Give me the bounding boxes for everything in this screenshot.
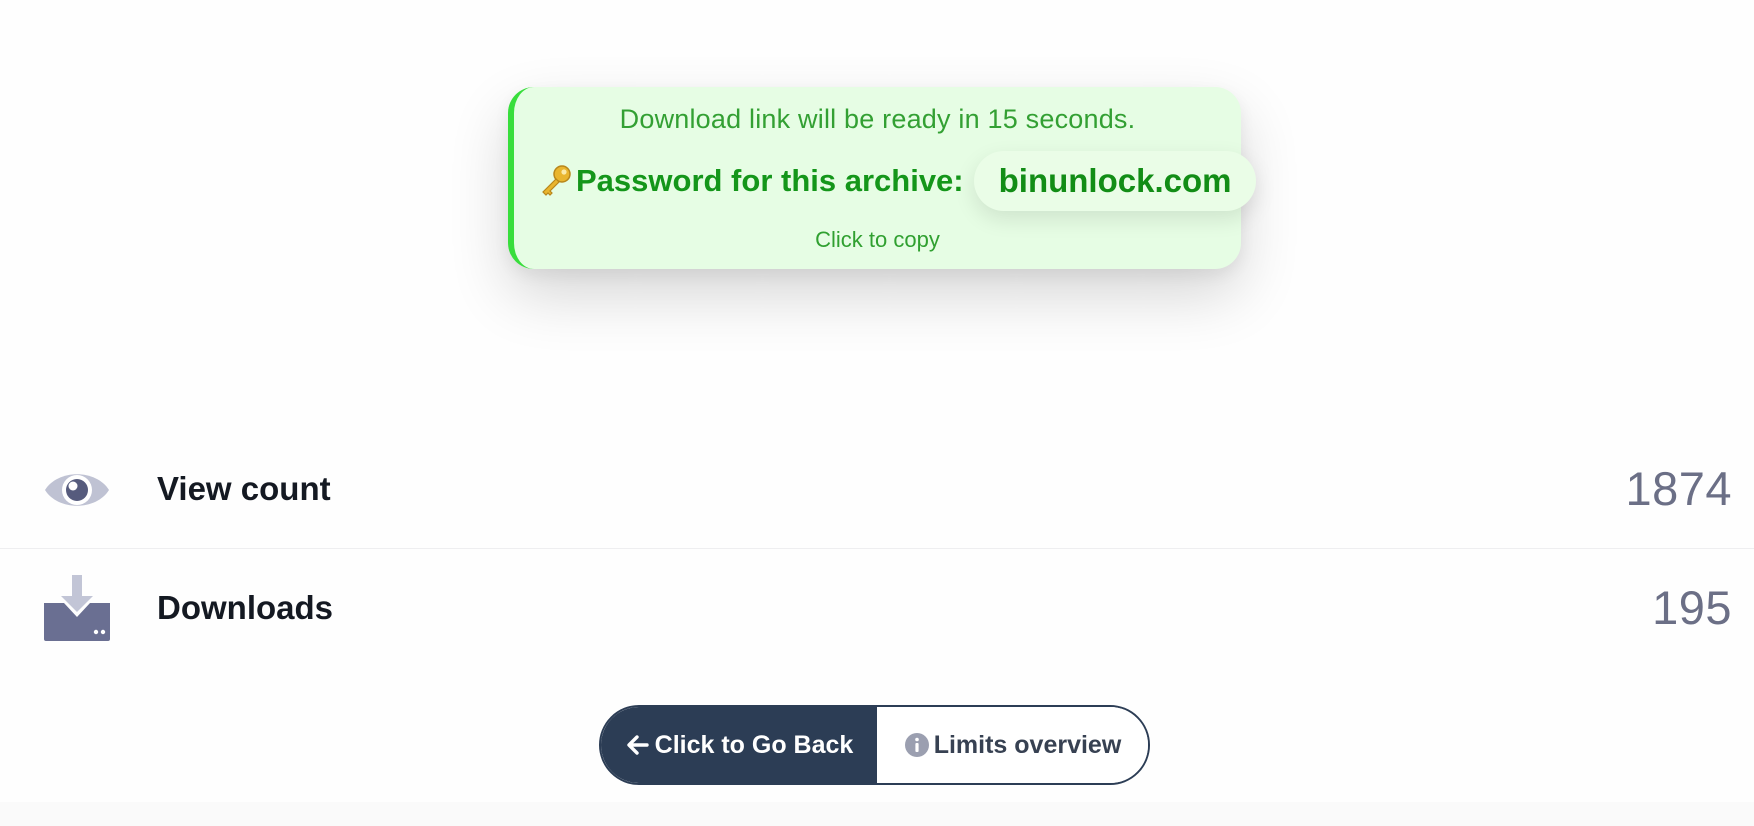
stat-row-downloads: Downloads 195 (0, 563, 1754, 653)
divider (0, 548, 1754, 549)
password-row: Password for this archive: binunlock.com (538, 151, 1257, 211)
limits-overview-button[interactable]: Limits overview (877, 707, 1148, 783)
arrow-left-icon (626, 735, 649, 755)
limits-overview-label: Limits overview (933, 730, 1122, 759)
stat-row-views: View count 1874 (0, 444, 1754, 534)
stat-label: View count (157, 470, 331, 507)
key-icon (542, 165, 571, 196)
password-copy-button[interactable]: binunlock.com (973, 151, 1257, 211)
password-label: Password for this archive: (576, 163, 964, 198)
downloads-value: 195 (1652, 581, 1732, 634)
download-notice-card: Download link will be ready in 15 second… (508, 87, 1257, 269)
download-page: Download link will be ready in 15 second… (0, 0, 1754, 826)
action-button-group: Click to Go Back Limits overview (599, 705, 1150, 785)
footer-strip (0, 802, 1754, 826)
download-icon (44, 575, 110, 641)
go-back-label: Click to Go Back (654, 730, 854, 759)
eye-icon (45, 474, 109, 506)
countdown-message: Download link will be ready in 15 second… (619, 104, 1136, 134)
go-back-button[interactable]: Click to Go Back (601, 707, 877, 783)
stat-label: Downloads (157, 589, 334, 626)
copy-hint: Click to copy (815, 227, 940, 252)
info-icon (904, 733, 929, 757)
view-count-value: 1874 (1625, 462, 1732, 515)
